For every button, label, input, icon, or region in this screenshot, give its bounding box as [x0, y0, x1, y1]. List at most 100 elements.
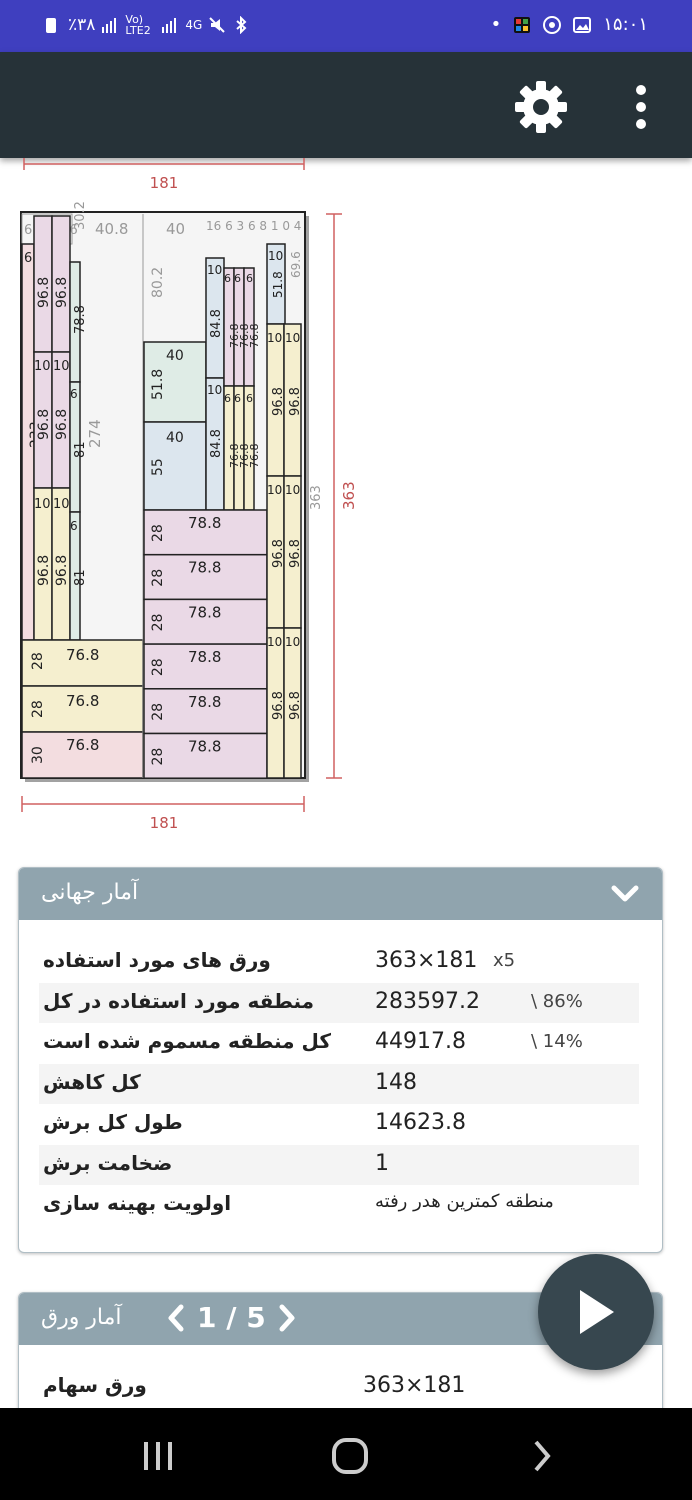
- stock-sheet-value: 363×181: [363, 1373, 466, 1398]
- label-51-8: 51.8: [150, 369, 166, 400]
- label-10: 10: [267, 483, 282, 497]
- play-button[interactable]: [538, 1254, 654, 1370]
- bottom-width-label: 181: [150, 814, 179, 832]
- chevron-left-icon[interactable]: [165, 1303, 187, 1333]
- label-10: 10: [285, 635, 300, 649]
- piece-height: 28: [150, 614, 166, 632]
- network-type-2: 4G: [185, 18, 203, 32]
- system-nav-bar: [0, 1408, 692, 1500]
- label-96-8: 96.8: [271, 387, 286, 416]
- piece-height: 28: [150, 703, 166, 721]
- gear-icon[interactable]: [512, 78, 570, 136]
- label-6: 6: [24, 251, 32, 266]
- stats-row-value: 1: [375, 1150, 389, 1176]
- network-type-1: Vo) LTE2: [125, 13, 151, 37]
- stats-row-label: اولویت بهینه سازی: [43, 1191, 232, 1215]
- label-76-8: 76.8: [248, 324, 261, 349]
- back-icon[interactable]: [526, 1436, 556, 1476]
- piece-height: 28: [150, 748, 166, 766]
- chrome-icon: [543, 15, 562, 34]
- mute-icon: [209, 17, 226, 33]
- piece-width: 76.8: [66, 646, 99, 664]
- stats-row-label: طول کل برش: [43, 1110, 183, 1134]
- gallery-icon: [573, 16, 592, 33]
- label-6: 6: [234, 392, 241, 405]
- stats-row: منطقه مورد استفاده در کل 283597.2 \ 86%: [39, 982, 639, 1023]
- label-10: 10: [267, 635, 282, 649]
- status-right-cluster: • ۱۵:۰۱: [491, 14, 648, 35]
- piece-width: 78.8: [188, 559, 221, 577]
- label-6: 6: [224, 392, 231, 405]
- piece-height: 30: [30, 746, 46, 764]
- label-6: 6: [70, 387, 78, 401]
- bluetooth-icon: [236, 16, 247, 34]
- label-40: 40: [166, 348, 184, 364]
- stats-row-label: ضخامت برش: [43, 1150, 173, 1175]
- label-80-2: 80.2: [150, 267, 166, 298]
- chevron-right-icon[interactable]: [276, 1303, 298, 1333]
- cutting-layout: 181 6 10 0 6 40.8 30.2 6 233 96.8 96.8 1…: [0, 158, 692, 838]
- label-96-8: 96.8: [54, 409, 70, 440]
- stats-row-value: منطقه کمترین هدر رفته: [375, 1191, 554, 1212]
- stats-row-value: 283597.2: [375, 988, 480, 1014]
- play-icon: [580, 1290, 614, 1334]
- global-stats-header[interactable]: آمار جهانی: [19, 868, 662, 920]
- piece-width: 76.8: [66, 692, 99, 710]
- more-vert-icon[interactable]: [626, 82, 656, 132]
- label-81: 81: [73, 569, 88, 586]
- piece-width: 78.8: [188, 648, 221, 666]
- home-icon[interactable]: [328, 1436, 372, 1476]
- label-96-8: 96.8: [36, 409, 52, 440]
- label-10: 10: [207, 383, 222, 397]
- label-30-2: 30.2: [73, 201, 88, 230]
- label-40-8: 40.8: [95, 220, 128, 238]
- stock-sheet-label: ورق سهام: [43, 1373, 147, 1397]
- chevron-down-icon[interactable]: [610, 882, 640, 906]
- battery-percent: ٪۳۸: [68, 15, 96, 35]
- stats-row: کل کاهش 148: [39, 1063, 639, 1104]
- calculator-icon: [514, 16, 531, 33]
- stats-row-extra: x5: [493, 950, 516, 971]
- global-stats-panel: آمار جهانی ورق های مورد استفاده 363×181 x5…: [18, 867, 663, 1253]
- height-label: 363: [340, 481, 358, 510]
- stats-row: طول کل برش 14623.8: [39, 1104, 639, 1144]
- label-96-8: 96.8: [271, 539, 286, 568]
- label-96-8: 96.8: [36, 555, 52, 586]
- recent-apps-icon[interactable]: [138, 1436, 178, 1476]
- stats-row-label: کل کاهش: [43, 1069, 141, 1094]
- piece-height: 28: [30, 700, 46, 718]
- top-dimension: 181: [23, 158, 305, 192]
- stats-row-value: 44917.8: [375, 1029, 466, 1054]
- battery-icon: [46, 18, 56, 33]
- global-stats-title: آمار جهانی: [41, 880, 139, 905]
- stats-row-value: 363×181: [375, 948, 478, 973]
- stats-row-label: ورق های مورد استفاده: [43, 948, 271, 972]
- label-10: 10: [207, 263, 222, 277]
- label-6: 6: [234, 272, 241, 285]
- piece-width: 78.8: [188, 738, 221, 756]
- bottom-dimension: 181: [21, 796, 305, 832]
- label-40: 40: [166, 430, 184, 446]
- label-10: 10: [267, 331, 282, 345]
- top-width-label: 181: [150, 174, 179, 192]
- label-10: 10: [268, 249, 283, 263]
- sheet-stats-title: آمار ورق: [41, 1305, 122, 1330]
- stats-row-label: منطقه مورد استفاده در کل: [43, 988, 315, 1013]
- cutting-layout-svg[interactable]: 181 6 10 0 6 40.8 30.2 6 233 96.8 96.8 1…: [0, 158, 692, 838]
- piece-width: 78.8: [188, 693, 221, 711]
- label-96-8: 96.8: [271, 691, 286, 720]
- label-96-8: 96.8: [54, 277, 70, 308]
- label-6: 6: [70, 519, 78, 533]
- stats-row-value: 14623.8: [375, 1110, 466, 1135]
- stats-row-value: 148: [375, 1069, 417, 1095]
- label-6: 6: [246, 272, 253, 285]
- piece-height: 28: [30, 652, 46, 670]
- piece-height: 28: [150, 569, 166, 587]
- signal-icon-2: [162, 18, 177, 33]
- piece-width: 78.8: [188, 603, 221, 621]
- status-left-cluster: ٪۳۸ Vo) LTE2 4G: [44, 14, 250, 36]
- label-10: 10: [53, 359, 70, 374]
- label-84-8: 84.8: [209, 309, 224, 338]
- stats-row: ضخامت برش 1: [39, 1144, 639, 1185]
- status-bar: ٪۳۸ Vo) LTE2 4G • ۱۵:۰۱: [0, 0, 692, 52]
